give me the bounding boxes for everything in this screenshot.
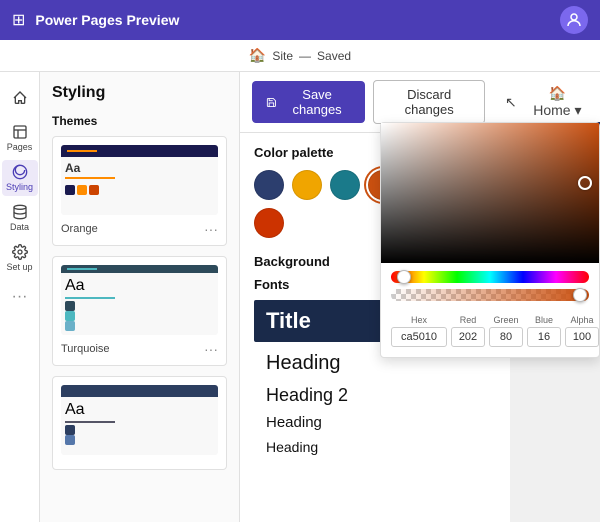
hex-group: Hex (391, 315, 447, 347)
styling-label: Styling (6, 182, 33, 192)
app-title: Power Pages Preview (35, 12, 550, 28)
color-swatch-3[interactable] (330, 170, 360, 200)
alpha-thumb[interactable] (573, 288, 587, 302)
color-swatch-9[interactable] (254, 208, 284, 238)
main-content: Save changes Discard changes ↖ 🏠 Home ▾ … (240, 72, 600, 522)
themes-title: Themes (52, 114, 227, 128)
turquoise-theme-label: Turquoise (61, 343, 110, 355)
bluegray-preview: Aa (61, 385, 218, 455)
font-heading2-label: Heading 2 (266, 385, 348, 405)
red-group: Red (451, 315, 485, 347)
saved-status: Saved (317, 49, 351, 63)
data-label: Data (10, 222, 29, 232)
sidebar-item-setup[interactable]: Set up (2, 240, 38, 276)
save-icon (266, 96, 277, 109)
breadcrumb-home-label: Home (533, 102, 570, 118)
preview-aa-t: Aa (65, 277, 214, 295)
alpha-slider[interactable] (391, 289, 589, 301)
theme-card-bluegray[interactable]: Aa (52, 376, 227, 470)
red-input[interactable] (451, 327, 485, 347)
alpha-group: Alpha (565, 315, 599, 347)
preview-aa: Aa (65, 161, 214, 175)
sidebar-item-home[interactable] (2, 80, 38, 116)
site-label: Site (272, 49, 293, 63)
icon-sidebar: Pages Styling Data Set up ··· (0, 72, 40, 522)
green-group: Green (489, 315, 523, 347)
styling-panel: Styling Themes Aa Orange (40, 72, 240, 522)
orange-theme-menu[interactable]: ··· (204, 221, 218, 237)
blue-label: Blue (527, 315, 561, 325)
home-breadcrumb-icon[interactable]: 🏠 Home ▾ (527, 81, 588, 123)
hex-label: Hex (391, 315, 447, 325)
discard-changes-button[interactable]: Discard changes (373, 80, 485, 124)
hex-input[interactable] (391, 327, 447, 347)
discard-label: Discard changes (405, 87, 454, 117)
pages-label: Pages (7, 142, 33, 152)
green-input[interactable] (489, 327, 523, 347)
main-layout: Pages Styling Data Set up ··· Styling Th… (0, 72, 600, 522)
slider-container (381, 263, 599, 311)
color-swatch-1[interactable] (254, 170, 284, 200)
gradient-bg (381, 123, 599, 263)
gradient-dark (381, 123, 599, 263)
green-label: Green (489, 315, 523, 325)
styling-panel-title: Styling (52, 84, 227, 102)
hue-thumb[interactable] (397, 270, 411, 284)
separator: — (299, 49, 311, 63)
blue-group: Blue (527, 315, 561, 347)
hue-slider[interactable] (391, 271, 589, 283)
font-title-label: Title (266, 308, 311, 333)
grid-icon[interactable]: ⊞ (12, 10, 25, 30)
sidebar-item-styling[interactable]: Styling (2, 160, 38, 196)
theme-card-orange[interactable]: Aa Orange ··· (52, 136, 227, 246)
color-picker-handle[interactable] (578, 176, 592, 190)
font-heading-label: Heading (266, 352, 341, 374)
theme-card-turquoise[interactable]: Aa Turquoise ··· (52, 256, 227, 366)
alpha-label: Alpha (565, 315, 599, 325)
toolbar-icons: ↖ 🏠 Home ▾ (501, 81, 588, 123)
top-bar: ⊞ Power Pages Preview (0, 0, 600, 40)
color-values-row: Hex Red Green Blue Alpha (381, 311, 599, 357)
red-label: Red (451, 315, 485, 325)
setup-label: Set up (6, 262, 32, 272)
chevron-down-icon: ▾ (574, 102, 581, 118)
turquoise-theme-menu[interactable]: ··· (204, 341, 218, 357)
color-swatch-2[interactable] (292, 170, 322, 200)
orange-theme-label: Orange (61, 223, 98, 235)
avatar[interactable] (560, 6, 588, 34)
save-label: Save changes (283, 87, 352, 117)
more-icon[interactable]: ··· (12, 288, 28, 306)
save-changes-button[interactable]: Save changes (252, 81, 365, 123)
arrow-icon[interactable]: ↖ (501, 90, 521, 115)
turquoise-preview: Aa (61, 265, 218, 335)
orange-preview: Aa (61, 145, 218, 215)
preview-aa-b: Aa (65, 401, 214, 419)
sidebar-item-data[interactable]: Data (2, 200, 38, 236)
font-heading4-label: Heading (266, 439, 318, 455)
color-gradient-area[interactable] (381, 123, 599, 263)
sidebar-item-pages[interactable]: Pages (2, 120, 38, 156)
font-heading3-label: Heading (266, 414, 322, 431)
color-picker-popup: Hex Red Green Blue Alpha (380, 122, 600, 358)
alpha-input[interactable] (565, 327, 599, 347)
blue-input[interactable] (527, 327, 561, 347)
second-bar: 🏠 Site — Saved (0, 40, 600, 72)
home-icon: 🏠 (249, 47, 266, 64)
